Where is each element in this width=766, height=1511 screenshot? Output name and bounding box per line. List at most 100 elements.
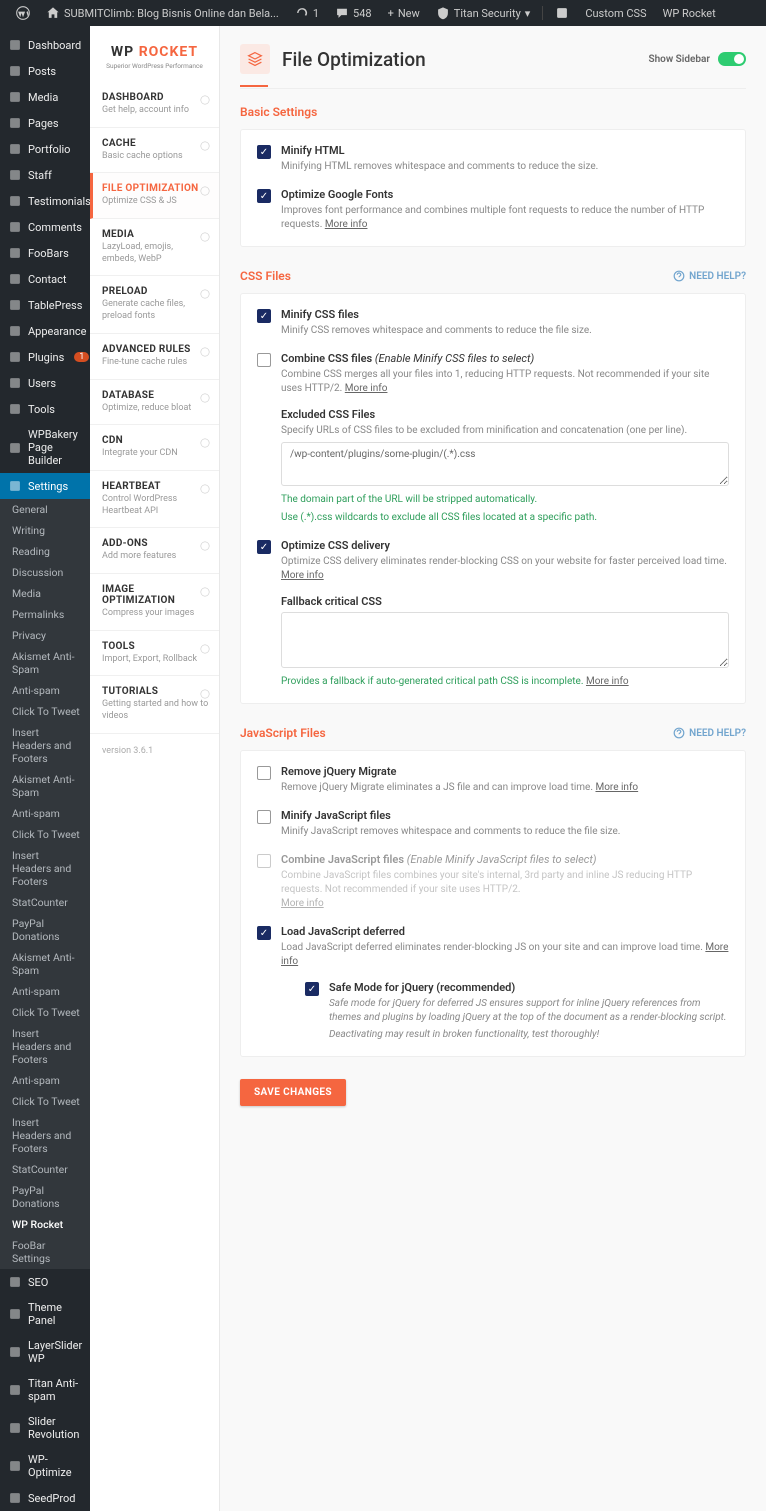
show-sidebar-toggle[interactable]: Show Sidebar ON xyxy=(648,52,746,66)
submenu-item[interactable]: Click To Tweet xyxy=(0,1002,90,1023)
wpr-sidebar: WP ROCKET Superior WordPress Performance… xyxy=(90,26,220,1511)
need-help-button[interactable]: NEED HELP? xyxy=(673,727,746,739)
wp-logo[interactable] xyxy=(8,6,38,20)
save-changes-button[interactable]: SAVE CHANGES xyxy=(240,1079,346,1106)
wpr-nav-database[interactable]: DATABASEOptimize, reduce bloat xyxy=(90,380,219,426)
more-info-link[interactable]: More info xyxy=(281,898,324,909)
submenu-item[interactable]: Media xyxy=(0,583,90,604)
submenu-item[interactable]: Anti-spam xyxy=(0,981,90,1002)
submenu-item[interactable]: WP Rocket xyxy=(0,1214,90,1235)
menu-pages[interactable]: Pages xyxy=(0,110,90,136)
more-info-link[interactable]: More info xyxy=(586,676,629,687)
submenu-item[interactable]: Insert Headers and Footers xyxy=(0,1023,90,1070)
submenu-item[interactable]: Anti-spam xyxy=(0,1070,90,1091)
wpr-nav-heartbeat[interactable]: HEARTBEATControl WordPress Heartbeat API xyxy=(90,471,219,528)
submenu-item[interactable]: StatCounter xyxy=(0,892,90,913)
comments-count[interactable]: 548 xyxy=(327,6,380,20)
wpr-nav-dashboard[interactable]: DASHBOARDGet help, account info xyxy=(90,82,219,128)
menu-seo[interactable]: SEO xyxy=(0,1269,90,1295)
submenu-item[interactable]: Anti-spam xyxy=(0,803,90,824)
menu-wpbakery-page-builder[interactable]: WPBakery Page Builder xyxy=(0,422,90,473)
submenu-item[interactable]: Anti-spam xyxy=(0,680,90,701)
more-info-link[interactable]: More info xyxy=(325,219,368,230)
wpr-nav-preload[interactable]: PRELOADGenerate cache files, preload fon… xyxy=(90,276,219,333)
submenu-item[interactable]: Akismet Anti-Spam xyxy=(0,646,90,680)
submenu-item[interactable]: PayPal Donations xyxy=(0,1180,90,1214)
submenu-item[interactable]: Click To Tweet xyxy=(0,701,90,722)
menu-titan-anti-spam[interactable]: Titan Anti-spam xyxy=(0,1371,90,1409)
menu-staff[interactable]: Staff xyxy=(0,162,90,188)
menu-foobars[interactable]: FooBars xyxy=(0,240,90,266)
new-content[interactable]: + New xyxy=(380,7,428,20)
minify-html-checkbox[interactable]: ✓ xyxy=(257,145,271,159)
custom-css[interactable]: Custom CSS xyxy=(577,7,654,20)
wpr-nav-cache[interactable]: CACHEBasic cache options xyxy=(90,128,219,174)
menu-media[interactable]: Media xyxy=(0,84,90,110)
menu-posts[interactable]: Posts xyxy=(0,58,90,84)
menu-plugins[interactable]: Plugins1 xyxy=(0,344,90,370)
wpr-nav-advanced-rules[interactable]: ADVANCED RULESFine-tune cache rules xyxy=(90,334,219,380)
defer-js-checkbox[interactable]: ✓ xyxy=(257,926,271,940)
admin-menu: DashboardPostsMediaPagesPortfolioStaffTe… xyxy=(0,26,90,1511)
google-fonts-checkbox[interactable]: ✓ xyxy=(257,189,271,203)
menu-wp-optimize[interactable]: WP-Optimize xyxy=(0,1447,90,1485)
menu-seedprod[interactable]: SeedProd xyxy=(0,1485,90,1511)
wpr-nav-file-optimization[interactable]: FILE OPTIMIZATIONOptimize CSS & JS xyxy=(90,173,219,219)
minify-html-label: Minify HTML xyxy=(281,144,729,157)
minify-js-checkbox[interactable] xyxy=(257,810,271,824)
submenu-item[interactable]: General xyxy=(0,499,90,520)
submenu-item[interactable]: FooBar Settings xyxy=(0,1235,90,1269)
optimize-css-delivery-checkbox[interactable]: ✓ xyxy=(257,540,271,554)
fallback-css-textarea[interactable] xyxy=(281,612,729,668)
excluded-css-textarea[interactable]: /wp-content/plugins/some-plugin/(.*).css xyxy=(281,442,729,486)
combine-css-checkbox[interactable] xyxy=(257,353,271,367)
menu-settings[interactable]: Settings xyxy=(0,473,90,499)
updates[interactable]: 1 xyxy=(287,6,327,20)
wpr-nav-media[interactable]: MEDIALazyLoad, emojis, embeds, WebP xyxy=(90,219,219,276)
submenu-item[interactable]: Insert Headers and Footers xyxy=(0,722,90,769)
wpr-nav-add-ons[interactable]: ADD-ONSAdd more features xyxy=(90,528,219,574)
more-info-link[interactable]: More info xyxy=(281,570,324,581)
more-info-link[interactable]: More info xyxy=(345,383,388,394)
submenu-item[interactable]: Insert Headers and Footers xyxy=(0,1112,90,1159)
menu-layerslider-wp[interactable]: LayerSlider WP xyxy=(0,1333,90,1371)
menu-users[interactable]: Users xyxy=(0,370,90,396)
submenu-item[interactable]: Click To Tweet xyxy=(0,824,90,845)
submenu-item[interactable]: Akismet Anti-Spam xyxy=(0,947,90,981)
menu-tablepress[interactable]: TablePress xyxy=(0,292,90,318)
submenu-item[interactable]: Click To Tweet xyxy=(0,1091,90,1112)
wpr-nav-cdn[interactable]: CDNIntegrate your CDN xyxy=(90,425,219,471)
wpr-logo: WP ROCKET Superior WordPress Performance xyxy=(90,38,219,82)
submenu-item[interactable]: Discussion xyxy=(0,562,90,583)
wp-rocket-menu[interactable]: WP Rocket xyxy=(655,7,724,20)
submenu-item[interactable]: Insert Headers and Footers xyxy=(0,845,90,892)
submenu-item[interactable]: PayPal Donations xyxy=(0,913,90,947)
minify-css-checkbox[interactable]: ✓ xyxy=(257,309,271,323)
more-info-link[interactable]: More info xyxy=(595,782,638,793)
submenu-item[interactable]: StatCounter xyxy=(0,1159,90,1180)
menu-slider-revolution[interactable]: Slider Revolution xyxy=(0,1409,90,1447)
google-fonts-label: Optimize Google Fonts xyxy=(281,188,729,201)
submenu-item[interactable]: Reading xyxy=(0,541,90,562)
submenu-item[interactable]: Privacy xyxy=(0,625,90,646)
menu-portfolio[interactable]: Portfolio xyxy=(0,136,90,162)
menu-contact[interactable]: Contact xyxy=(0,266,90,292)
wpr-nav-tutorials[interactable]: TUTORIALSGetting started and how to vide… xyxy=(90,676,219,733)
wpr-nav-tools[interactable]: TOOLSImport, Export, Rollback xyxy=(90,631,219,677)
menu-tools[interactable]: Tools xyxy=(0,396,90,422)
titan-security[interactable]: Titan Security ▾ xyxy=(428,6,539,20)
site-home[interactable]: SUBMITClimb: Blog Bisnis Online dan Bela… xyxy=(38,6,287,20)
submenu-item[interactable]: Permalinks xyxy=(0,604,90,625)
yoast-icon[interactable] xyxy=(547,6,577,20)
menu-comments[interactable]: Comments548 xyxy=(0,214,90,240)
submenu-item[interactable]: Akismet Anti-Spam xyxy=(0,769,90,803)
menu-testimonials[interactable]: Testimonials xyxy=(0,188,90,214)
menu-theme-panel[interactable]: Theme Panel xyxy=(0,1295,90,1333)
menu-appearance[interactable]: Appearance xyxy=(0,318,90,344)
safe-mode-jquery-checkbox[interactable]: ✓ xyxy=(305,982,319,996)
wpr-nav-image-optimization[interactable]: IMAGE OPTIMIZATIONCompress your images xyxy=(90,574,219,631)
menu-dashboard[interactable]: Dashboard xyxy=(0,32,90,58)
need-help-button[interactable]: NEED HELP? xyxy=(673,270,746,282)
submenu-item[interactable]: Writing xyxy=(0,520,90,541)
remove-jquery-migrate-checkbox[interactable] xyxy=(257,766,271,780)
